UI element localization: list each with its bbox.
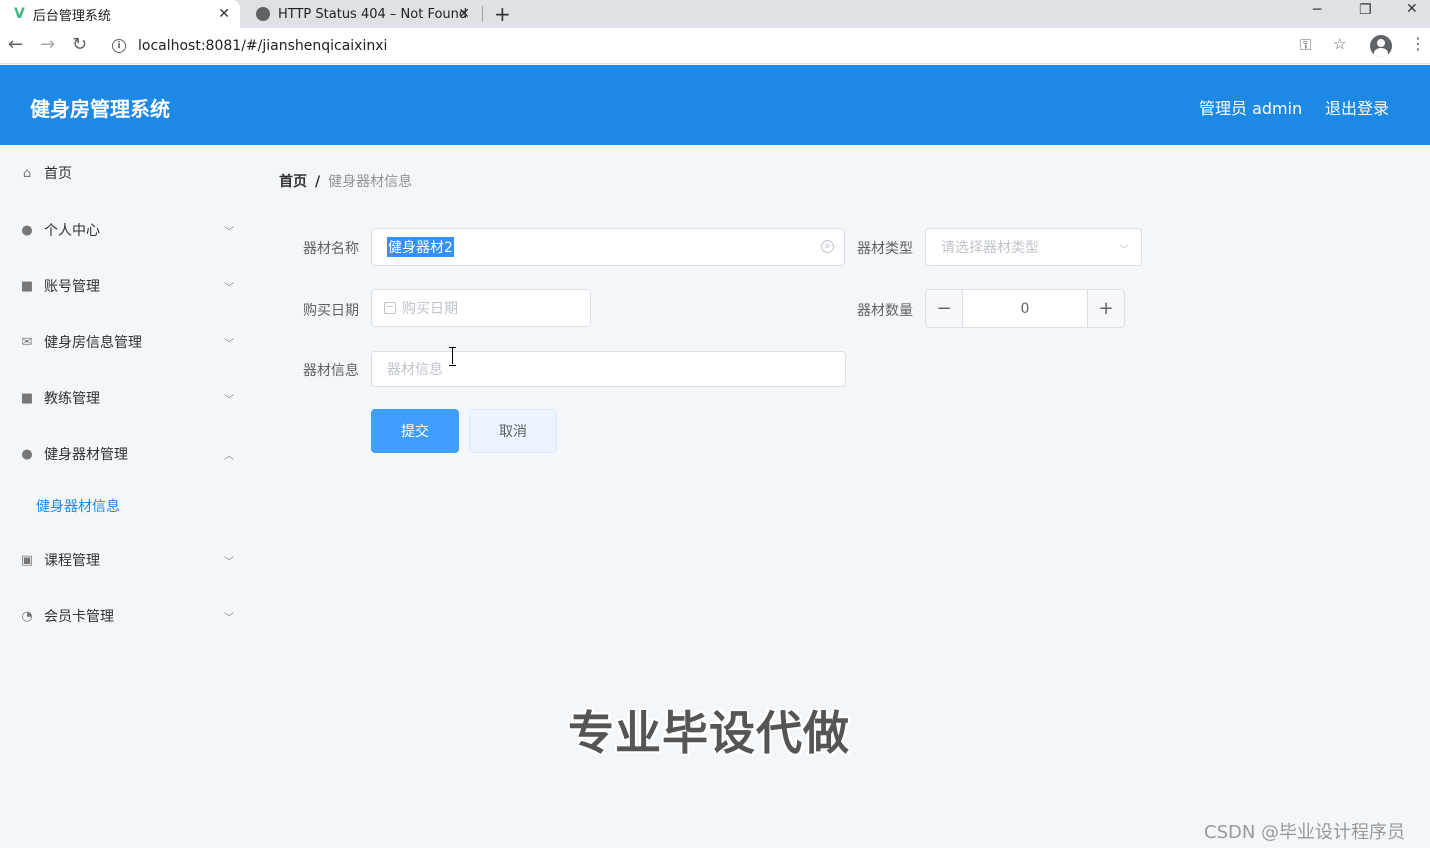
sidebar-item-coach[interactable]: ■ 教练管理 ﹀ <box>0 378 252 418</box>
browser-tab-bar: V 后台管理系统 ✕ HTTP Status 404 – Not Found ✕… <box>0 0 1430 28</box>
chevron-down-icon: ﹀ <box>224 612 234 624</box>
tab-close-icon[interactable]: ✕ <box>458 6 470 22</box>
reload-button[interactable]: ↻ <box>72 34 87 55</box>
name-input[interactable]: 健身器材2 ✕ <box>371 228 845 266</box>
tab-title: 后台管理系统 <box>32 8 111 24</box>
type-placeholder: 请选择器材类型 <box>941 240 1039 256</box>
tab-admin-system[interactable]: V 后台管理系统 ✕ <box>0 0 240 28</box>
breadcrumb: 首页 / 健身器材信息 <box>279 171 412 191</box>
key-icon[interactable]: ⚿ <box>1300 36 1311 54</box>
url-text[interactable]: localhost:8081/#/jianshenqicaixinxi <box>138 38 387 54</box>
info-placeholder: 器材信息 <box>387 362 443 378</box>
star-icon[interactable]: ☆ <box>1333 35 1346 53</box>
decrement-button[interactable]: − <box>926 290 963 327</box>
sidebar-item-equipment[interactable]: ● 健身器材管理 ︿ <box>0 434 252 474</box>
sidebar: ⌂ 首页 ● 个人中心 ﹀ ■ 账号管理 ﹀ ✉ 健身房信息管理 ﹀ ■ 教练管… <box>0 145 252 848</box>
restore-button[interactable]: ❐ <box>1359 2 1372 18</box>
date-placeholder: 购买日期 <box>402 301 458 317</box>
tab-404[interactable]: HTTP Status 404 – Not Found ✕ <box>244 0 480 28</box>
calendar-icon <box>384 302 396 314</box>
omnibox[interactable]: i localhost:8081/#/jianshenqicaixinxi <box>104 32 1354 60</box>
cancel-button[interactable]: 取消 <box>469 409 557 453</box>
user-icon: ● <box>21 222 33 238</box>
breadcrumb-home[interactable]: 首页 <box>279 174 307 190</box>
date-label: 购买日期 <box>303 303 359 319</box>
type-label: 器材类型 <box>857 241 913 257</box>
back-button[interactable]: ← <box>8 34 23 55</box>
gauge-icon: ◔ <box>21 608 33 624</box>
minimize-button[interactable]: ─ <box>1313 2 1321 18</box>
date-picker[interactable]: 购买日期 <box>371 289 591 327</box>
chevron-up-icon: ︿ <box>224 450 234 462</box>
new-tab-button[interactable]: + <box>494 2 511 26</box>
csdn-credit: CSDN @毕业设计程序员 <box>1204 822 1406 843</box>
sidebar-item-label: 健身器材管理 <box>44 447 128 463</box>
sidebar-item-member-card[interactable]: ◔ 会员卡管理 ﹀ <box>0 596 252 636</box>
sidebar-item-label: 会员卡管理 <box>44 609 114 625</box>
name-label: 器材名称 <box>303 241 359 257</box>
chevron-down-icon: ﹀ <box>224 394 234 406</box>
submit-button[interactable]: 提交 <box>371 409 459 453</box>
qty-label: 器材数量 <box>857 303 913 319</box>
info-label: 器材信息 <box>303 363 359 379</box>
chevron-down-icon: ﹀ <box>224 338 234 350</box>
type-select[interactable]: 请选择器材类型 ﹀ <box>925 228 1142 266</box>
mail-icon: ✉ <box>21 334 33 350</box>
sidebar-subitem-equipment-info[interactable]: 健身器材信息 <box>0 486 252 526</box>
sidebar-item-home[interactable]: ⌂ 首页 <box>0 153 252 193</box>
vue-logo-icon: V <box>14 6 25 22</box>
window-close-button[interactable]: ✕ <box>1406 1 1418 17</box>
increment-button[interactable]: + <box>1087 290 1124 327</box>
globe-icon <box>256 7 270 21</box>
sidebar-item-label: 课程管理 <box>44 553 100 569</box>
tab-title: HTTP Status 404 – Not Found <box>278 6 468 22</box>
tab-close-icon[interactable]: ✕ <box>218 6 230 22</box>
home-icon: ⌂ <box>22 165 32 181</box>
name-value: 健身器材2 <box>387 237 454 257</box>
breadcrumb-current: 健身器材信息 <box>328 174 413 190</box>
sidebar-item-label: 健身房信息管理 <box>44 335 142 351</box>
sidebar-item-account[interactable]: ■ 账号管理 ﹀ <box>0 266 252 306</box>
chevron-down-icon: ﹀ <box>224 226 234 238</box>
quantity-input[interactable]: 0 <box>964 290 1086 327</box>
sidebar-item-label: 教练管理 <box>44 391 100 407</box>
quantity-stepper: − 0 + <box>925 289 1125 328</box>
info-icon[interactable]: i <box>112 39 126 53</box>
sidebar-item-label: 健身器材信息 <box>36 499 120 515</box>
sidebar-item-label: 首页 <box>44 166 72 182</box>
sidebar-item-course[interactable]: ▣ 课程管理 ﹀ <box>0 540 252 580</box>
breadcrumb-separator: / <box>315 174 321 190</box>
sidebar-item-label: 个人中心 <box>44 223 100 239</box>
wallet-icon: ■ <box>20 278 34 294</box>
profile-avatar-icon[interactable] <box>1370 35 1392 57</box>
user-icon: ● <box>21 446 33 462</box>
browser-menu-icon[interactable]: ⋮ <box>1410 34 1426 53</box>
app-title: 健身房管理系统 <box>30 97 170 121</box>
logout-button[interactable]: 退出登录 <box>1325 95 1389 119</box>
forward-button[interactable]: → <box>40 34 55 55</box>
chevron-down-icon: ﹀ <box>224 282 234 294</box>
browser-address-bar: ← → ↻ i localhost:8081/#/jianshenqicaixi… <box>0 28 1430 64</box>
sidebar-item-label: 账号管理 <box>44 279 100 295</box>
briefcase-icon: ■ <box>20 390 34 406</box>
info-input[interactable]: 器材信息 <box>371 351 846 387</box>
sidebar-item-personal-center[interactable]: ● 个人中心 ﹀ <box>0 210 252 250</box>
watermark-text: 专业毕设代做 <box>568 706 850 760</box>
tab-separator <box>482 6 483 22</box>
app-header: 健身房管理系统 管理员 admin 退出登录 <box>0 65 1430 145</box>
admin-label: 管理员 admin <box>1199 99 1303 118</box>
chevron-down-icon: ﹀ <box>1119 245 1129 256</box>
sidebar-item-gym-info[interactable]: ✉ 健身房信息管理 ﹀ <box>0 322 252 362</box>
text-cursor-icon <box>449 347 456 366</box>
chevron-down-icon: ﹀ <box>224 556 234 568</box>
clipboard-icon: ▣ <box>20 552 34 568</box>
